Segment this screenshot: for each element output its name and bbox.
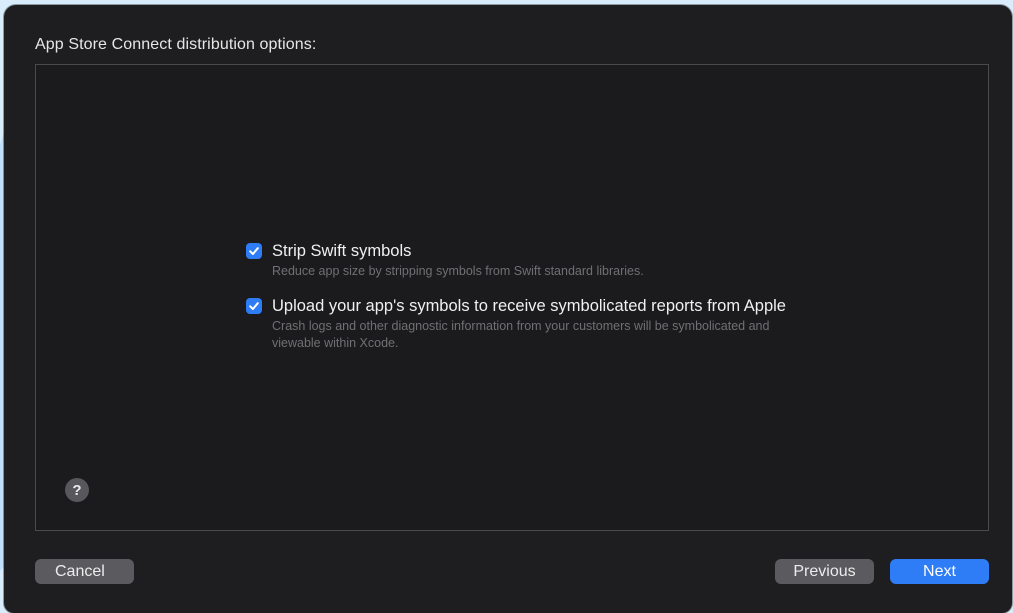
option-text: Upload your app's symbols to receive sym…: [272, 296, 802, 352]
strip-swift-symbols-checkbox[interactable]: [246, 243, 262, 259]
help-button[interactable]: ?: [65, 478, 89, 502]
option-title: Strip Swift symbols: [272, 242, 412, 260]
next-button[interactable]: Next: [890, 559, 989, 584]
option-description: Reduce app size by stripping symbols fro…: [272, 264, 644, 278]
checkmark-icon: [249, 302, 259, 310]
dialog-heading: App Store Connect distribution options:: [35, 36, 317, 53]
option-title: Upload your app's symbols to receive sym…: [272, 297, 786, 315]
option-text: Strip Swift symbols Reduce app size by s…: [272, 241, 644, 280]
option-strip-swift-symbols: Strip Swift symbols Reduce app size by s…: [246, 241, 644, 280]
option-description: Crash logs and other diagnostic informat…: [272, 319, 770, 350]
previous-button[interactable]: Previous: [775, 559, 874, 584]
options-panel: Strip Swift symbols Reduce app size by s…: [35, 64, 989, 531]
question-mark-icon: ?: [72, 481, 82, 499]
option-upload-symbols: Upload your app's symbols to receive sym…: [246, 296, 802, 352]
checkmark-icon: [249, 247, 259, 255]
cancel-button[interactable]: Cancel: [35, 559, 134, 584]
upload-symbols-checkbox[interactable]: [246, 298, 262, 314]
distribution-options-dialog: App Store Connect distribution options: …: [4, 5, 1012, 613]
